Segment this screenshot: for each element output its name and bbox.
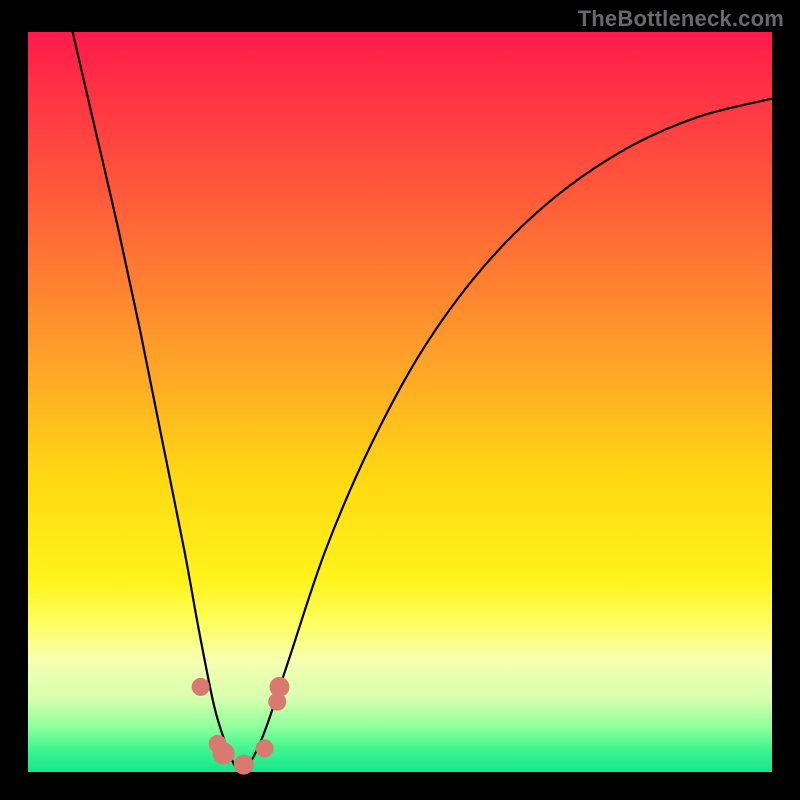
highlight-dot [256,739,274,757]
highlight-dot [213,743,235,765]
plot-area [28,32,772,772]
highlight-markers [192,677,290,775]
watermark-text: TheBottleneck.com [578,6,784,32]
highlight-dot [192,678,210,696]
highlight-dot [269,677,289,697]
highlight-dot [234,755,254,775]
outer-frame: TheBottleneck.com [0,0,800,800]
chart-svg [28,32,772,772]
curve-left-branch [73,32,240,772]
curve-right-branch [240,99,772,772]
